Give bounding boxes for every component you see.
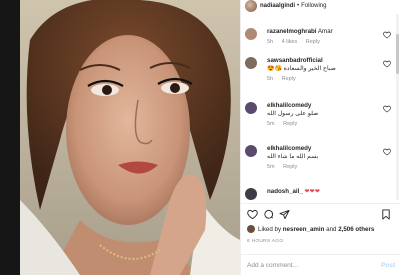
comment-text: Amar — [317, 28, 333, 35]
comment-body: sawsanbadrofficial صباح الخير والسعادة 😘… — [267, 57, 387, 82]
following-button[interactable]: Following — [301, 3, 326, 9]
share-icon[interactable] — [279, 209, 290, 220]
comment-text: ❤❤❤ — [304, 188, 321, 195]
post-comment-button[interactable]: Post — [381, 262, 395, 269]
commenter-avatar[interactable] — [245, 188, 257, 200]
action-bar — [241, 203, 400, 223]
heart-icon[interactable] — [383, 31, 391, 39]
comment-likes[interactable]: 4 likes — [282, 39, 298, 45]
comment-time: 5m — [267, 121, 275, 127]
heart-icon[interactable] — [247, 209, 258, 220]
likes-summary: Liked by nesreen_amin and 2,506 others — [247, 225, 374, 233]
comment-time: 5h — [267, 39, 274, 45]
bookmark-icon[interactable] — [381, 209, 391, 220]
liker-username[interactable]: nesreen_amin — [283, 226, 325, 233]
reply-button[interactable]: Reply — [283, 164, 297, 170]
add-comment-bar: Post — [241, 254, 400, 275]
separator-dot: • — [297, 3, 300, 9]
comment-username[interactable]: elkhalilcomedy — [267, 102, 311, 109]
comment-text: صباح الخير والسعادة 😘😍 — [267, 65, 336, 72]
comment-username[interactable]: sawsanbadrofficial — [267, 57, 323, 64]
comment-username[interactable]: razanelmoghrabi — [267, 28, 317, 35]
comment-time: 5m — [267, 164, 275, 170]
add-comment-input[interactable] — [247, 261, 367, 269]
liker-avatar[interactable] — [247, 225, 255, 233]
comment-username[interactable]: elkhalilcomedy — [267, 145, 311, 152]
reply-button[interactable]: Reply — [282, 76, 296, 82]
heart-icon[interactable] — [383, 105, 391, 113]
comment-icon[interactable] — [263, 209, 274, 220]
comments-list[interactable]: razanelmoghrabi Amar 5h 4 likes Reply sa… — [241, 14, 400, 200]
commenter-avatar[interactable] — [245, 28, 257, 40]
post-photo[interactable] — [20, 0, 240, 275]
comment-text: صلو على رسول الله — [267, 110, 319, 117]
comment-time: 5h — [267, 76, 274, 82]
comment-body: nadosh_ail_ ❤❤❤ — [267, 188, 387, 196]
commenter-avatar[interactable] — [245, 102, 257, 114]
post-header: nadiaalgindi • Following — [241, 0, 400, 12]
comments-scrollbar[interactable] — [396, 14, 399, 200]
comment-meta: 5m Reply — [267, 121, 387, 127]
comment-meta: 5h 4 likes Reply — [267, 39, 387, 45]
likes-count[interactable]: 2,506 others — [338, 226, 374, 233]
scrollbar-thumb[interactable] — [396, 34, 399, 74]
comment-text-line: sawsanbadrofficial صباح الخير والسعادة 😘… — [267, 57, 387, 73]
comment-body: razanelmoghrabi Amar 5h 4 likes Reply — [267, 28, 387, 45]
comment-text-line: nadosh_ail_ ❤❤❤ — [267, 188, 387, 196]
liked-by-prefix: Liked by — [258, 225, 282, 233]
liked-by-and: and — [326, 225, 337, 233]
comment-body: elkhalilcomedy بسم الله ما شاء الله 5m R… — [267, 145, 387, 170]
reply-button[interactable]: Reply — [306, 39, 320, 45]
comment-text-line: elkhalilcomedy صلو على رسول الله — [267, 102, 387, 118]
comment-username[interactable]: nadosh_ail_ — [267, 188, 303, 195]
comment-text-line: razanelmoghrabi Amar — [267, 28, 387, 36]
comment-text-line: elkhalilcomedy بسم الله ما شاء الله — [267, 145, 387, 161]
heart-icon[interactable] — [383, 60, 391, 68]
post-timestamp[interactable]: 6 HOURS AGO — [247, 239, 283, 244]
author-avatar[interactable] — [245, 0, 257, 12]
comments-panel: nadiaalgindi • Following razanelmoghrabi… — [240, 0, 400, 275]
portrait-image — [20, 0, 240, 275]
commenter-avatar[interactable] — [245, 57, 257, 69]
comment-meta: 5m Reply — [267, 164, 387, 170]
heart-icon[interactable] — [383, 148, 391, 156]
instagram-post-modal: nadiaalgindi • Following razanelmoghrabi… — [20, 0, 400, 275]
commenter-avatar[interactable] — [245, 145, 257, 157]
comment-text: بسم الله ما شاء الله — [267, 153, 319, 160]
comment-body: elkhalilcomedy صلو على رسول الله 5m Repl… — [267, 102, 387, 127]
comment-meta: 5h Reply — [267, 76, 387, 82]
reply-button[interactable]: Reply — [283, 121, 297, 127]
author-username[interactable]: nadiaalgindi — [260, 3, 295, 9]
